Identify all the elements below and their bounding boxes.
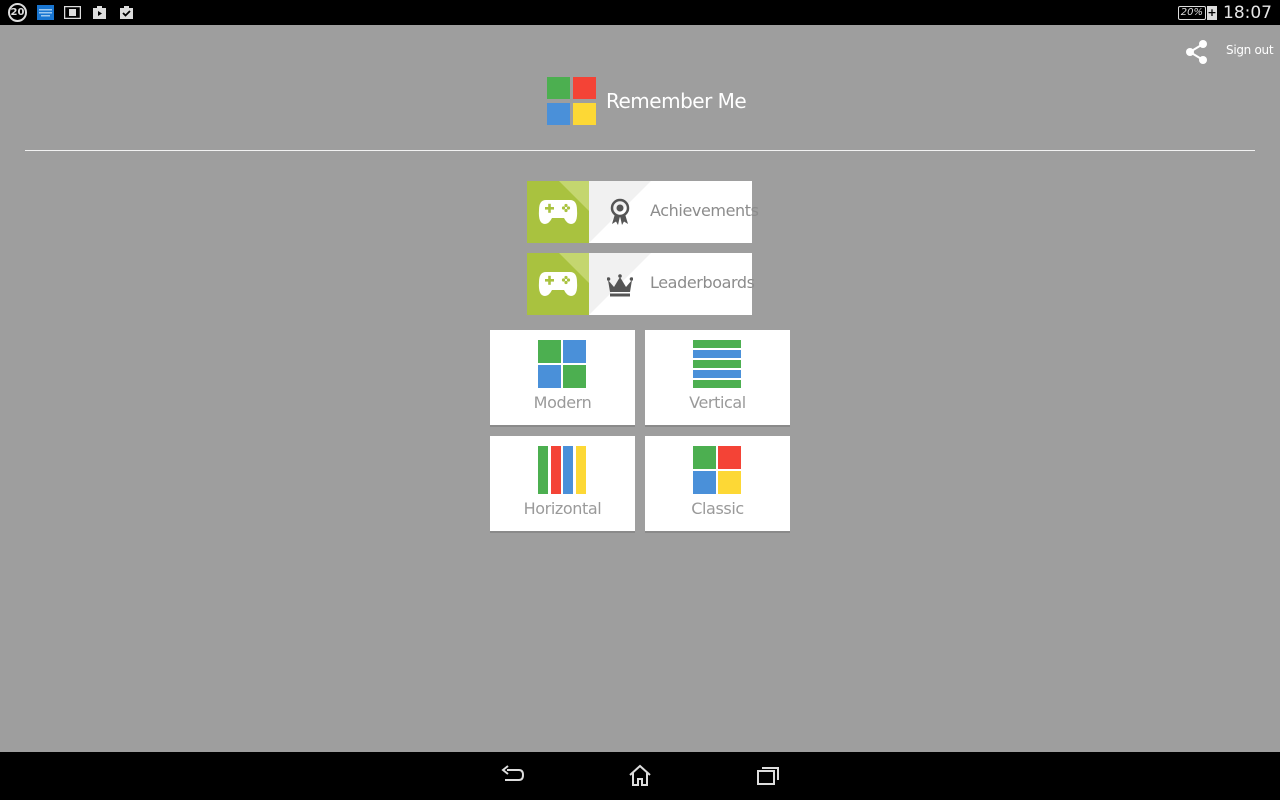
layout-modern-label: Modern <box>533 393 592 412</box>
battery-indicator: 20% <box>1177 5 1206 20</box>
layout-horizontal-label: Horizontal <box>523 499 602 518</box>
home-icon <box>629 764 651 786</box>
app-title: Remember Me <box>606 89 747 113</box>
crown-icon <box>607 274 633 297</box>
charging-icon: + <box>1207 5 1217 20</box>
vertical-layout-icon <box>693 340 741 388</box>
leaderboards-button[interactable]: Leaderboards <box>527 253 755 315</box>
status-bar: 20 20% + 18:07 <box>0 0 1280 25</box>
gamepad-icon <box>538 272 578 296</box>
keyboard-icon <box>37 5 54 20</box>
share-icon <box>1186 40 1207 64</box>
recents-icon <box>757 767 779 785</box>
layout-modern-button[interactable]: Modern <box>490 330 635 425</box>
status-bar-notifications: 20 <box>8 3 135 22</box>
play-games-badge <box>527 253 589 315</box>
modern-layout-icon <box>538 340 586 388</box>
sim-card-icon <box>64 5 81 20</box>
play-store-icon <box>91 5 108 20</box>
layout-horizontal-button[interactable]: Horizontal <box>490 436 635 531</box>
award-ribbon-icon <box>610 198 630 225</box>
leaderboards-label: Leaderboards <box>650 273 755 292</box>
layout-vertical-button[interactable]: Vertical <box>645 330 790 425</box>
recents-button[interactable] <box>755 764 781 788</box>
back-button[interactable] <box>500 764 526 788</box>
status-bar-system: 20% + 18:07 <box>1177 2 1272 23</box>
task-check-icon <box>118 5 135 20</box>
gamepad-icon <box>538 200 578 224</box>
horizontal-layout-icon <box>538 446 586 494</box>
share-button[interactable] <box>1184 39 1210 65</box>
navigation-bar <box>0 752 1280 800</box>
app-logo <box>547 77 597 126</box>
header-divider <box>25 150 1255 151</box>
achievements-label: Achievements <box>650 201 759 220</box>
clock: 18:07 <box>1223 2 1272 23</box>
home-button[interactable] <box>627 764 653 788</box>
sign-out-button[interactable]: Sign out <box>1226 43 1274 57</box>
layout-classic-button[interactable]: Classic <box>645 436 790 531</box>
back-icon <box>501 765 525 781</box>
notification-count-icon: 20 <box>8 3 27 22</box>
layout-vertical-label: Vertical <box>689 393 746 412</box>
layout-classic-label: Classic <box>691 499 744 518</box>
classic-layout-icon <box>693 446 741 494</box>
achievements-button[interactable]: Achievements <box>527 181 759 243</box>
play-games-badge <box>527 181 589 243</box>
